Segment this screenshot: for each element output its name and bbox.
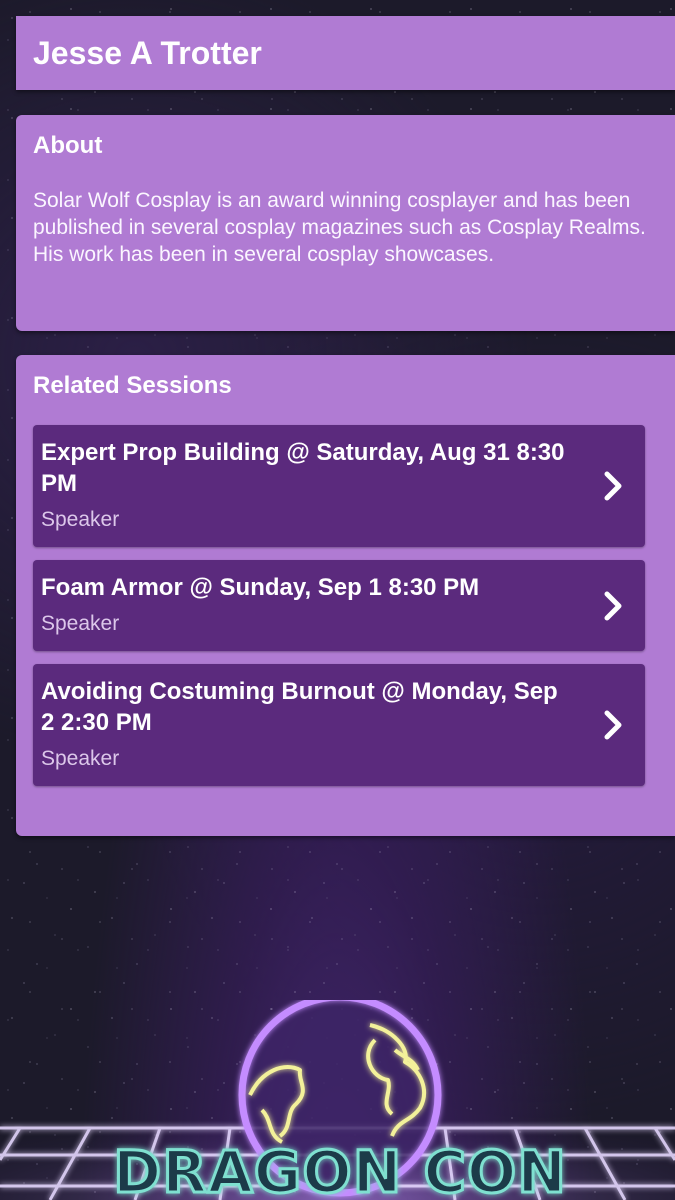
session-item[interactable]: Avoiding Costuming Burnout @ Monday, Sep… — [33, 664, 645, 786]
session-title: Expert Prop Building @ Saturday, Aug 31 … — [41, 439, 565, 497]
session-title: Foam Armor @ Sunday, Sep 1 8:30 PM — [41, 574, 480, 601]
dragon-con-logo-text: DRAGON CON — [113, 1138, 567, 1200]
related-sessions-heading: Related Sessions — [33, 372, 232, 399]
about-heading: About — [33, 132, 103, 159]
chevron-right-icon — [604, 471, 622, 501]
dragon-con-logo: DRAGON CON — [0, 993, 675, 1200]
chevron-right-icon — [604, 591, 622, 620]
about-card: About Solar Wolf Cosplay is an award win… — [16, 115, 675, 331]
session-title: Avoiding Costuming Burnout @ Monday, Sep… — [41, 678, 558, 736]
session-role: Speaker — [41, 612, 120, 635]
session-role: Speaker — [41, 747, 120, 770]
session-item[interactable]: Foam Armor @ Sunday, Sep 1 8:30 PM Speak… — [33, 560, 645, 651]
speaker-name: Jesse A Trotter — [33, 35, 262, 71]
session-role: Speaker — [41, 508, 120, 531]
dragon-con-logo-graphic: DRAGON CON — [0, 993, 675, 1200]
about-text: Solar Wolf Cosplay is an award winning c… — [33, 189, 646, 266]
speaker-name-header: Jesse A Trotter — [16, 16, 675, 90]
related-sessions-card: Related Sessions Expert Prop Building @ … — [16, 355, 675, 836]
chevron-right-icon — [604, 710, 622, 740]
session-item[interactable]: Expert Prop Building @ Saturday, Aug 31 … — [33, 425, 645, 547]
